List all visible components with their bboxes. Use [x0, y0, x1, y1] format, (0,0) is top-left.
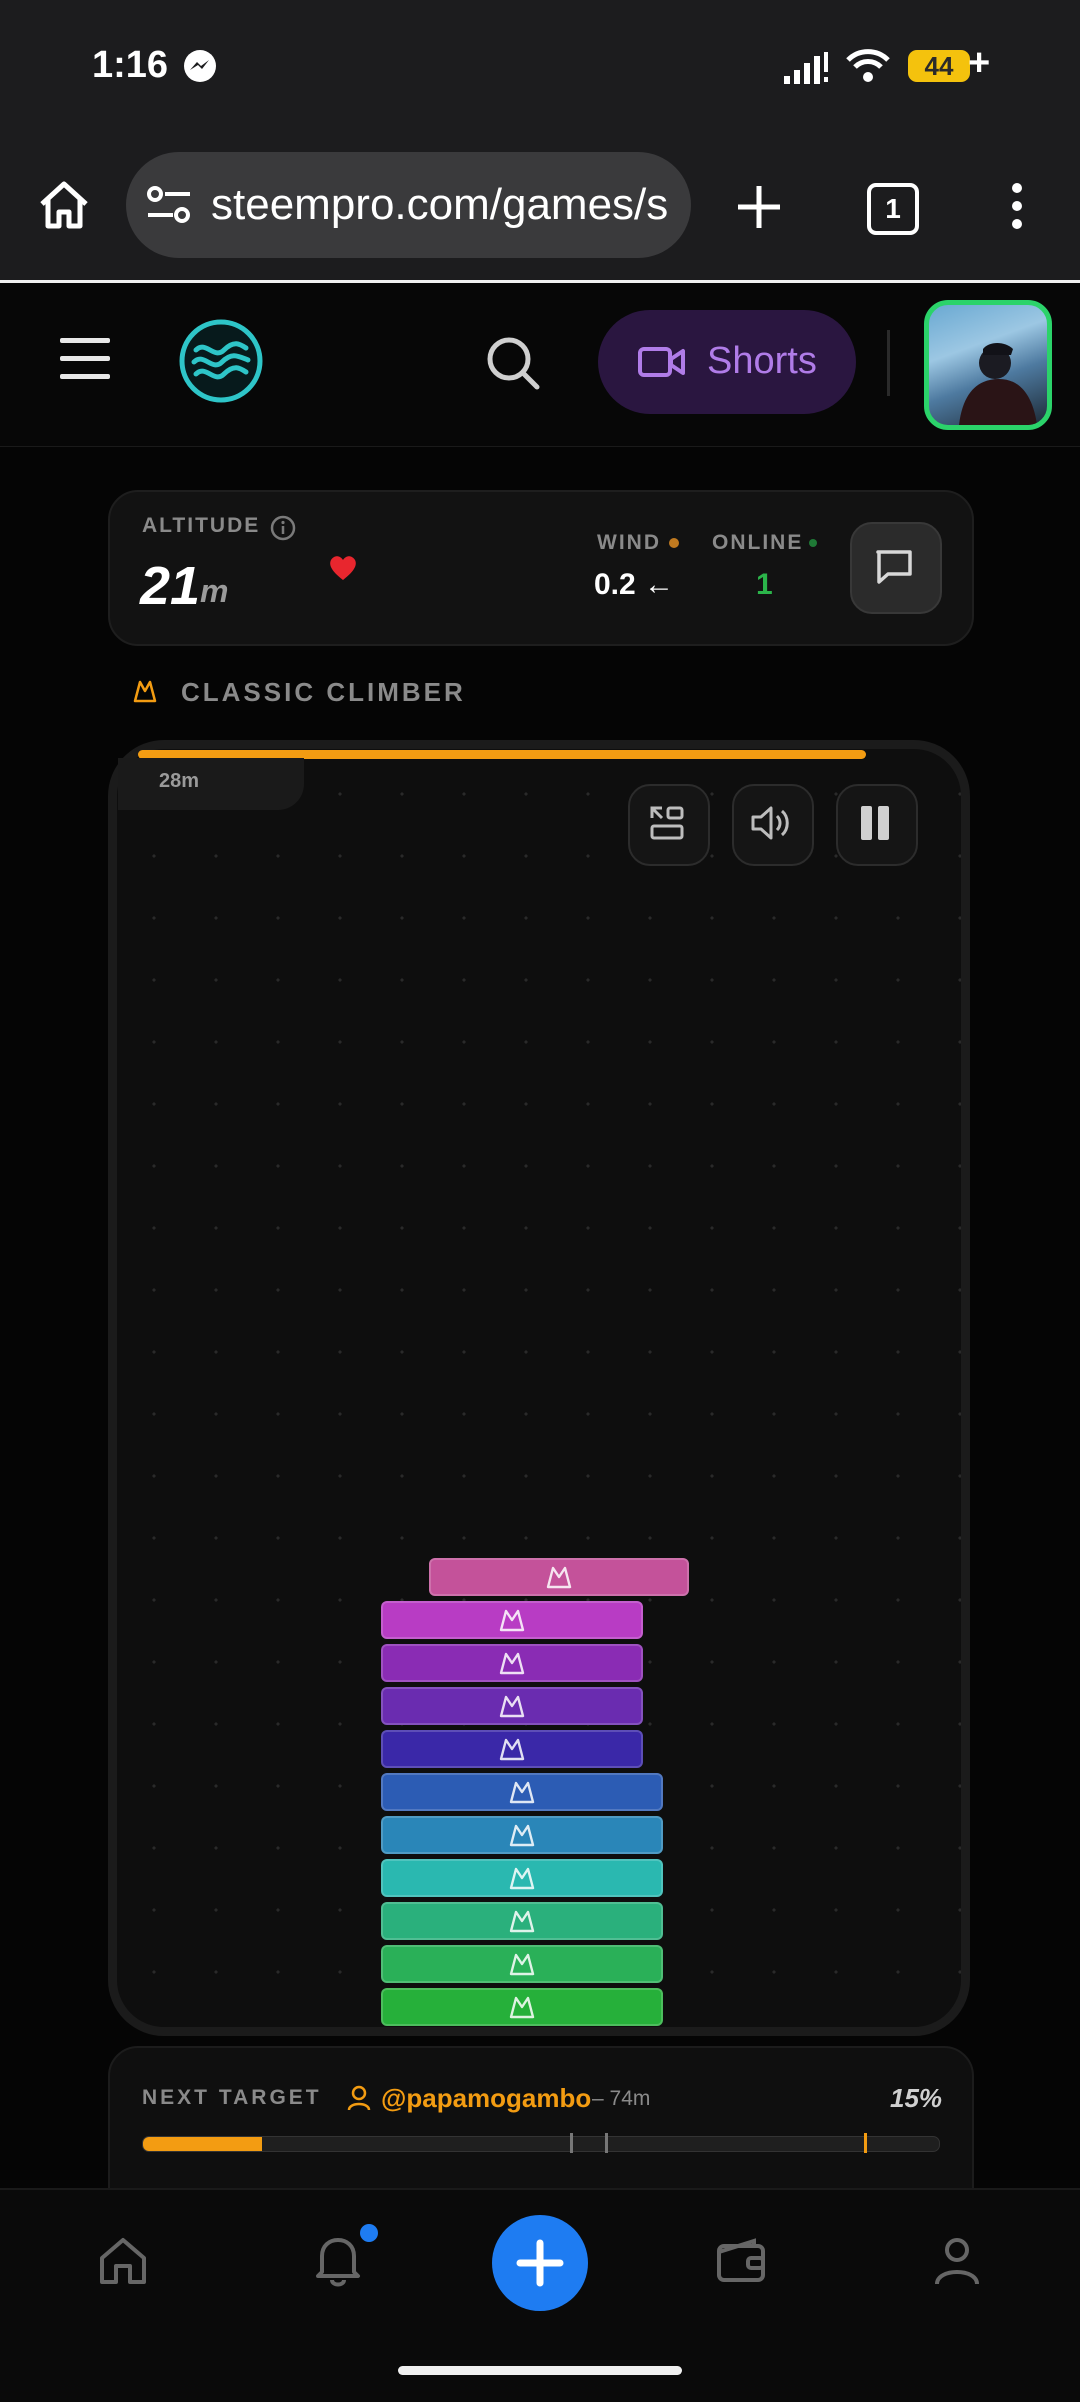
game-mode-title: CLASSIC CLIMBER	[181, 677, 466, 707]
tower-block	[381, 1601, 643, 1639]
info-icon[interactable]	[270, 515, 296, 541]
tower-block	[381, 1945, 663, 1983]
heart-icon	[330, 556, 356, 580]
progress-marker	[605, 2133, 608, 2153]
tower-block	[381, 1902, 663, 1940]
mountain-icon	[499, 1738, 525, 1761]
tower-block	[381, 1644, 643, 1682]
online-value: 1	[756, 568, 773, 601]
pause-icon	[861, 806, 889, 840]
battery-indicator: 44	[908, 50, 970, 82]
nav-notifications-icon[interactable]	[314, 2234, 362, 2288]
nav-home-icon[interactable]	[98, 2236, 148, 2286]
search-icon[interactable]	[486, 336, 540, 390]
site-header	[0, 283, 1080, 447]
wind-status-dot	[669, 538, 679, 548]
mountain-icon	[499, 1609, 525, 1632]
mountain-icon	[509, 1824, 535, 1847]
target-progress-track	[142, 2136, 940, 2152]
mountain-icon	[499, 1695, 525, 1718]
steempro-logo-icon[interactable]	[178, 318, 264, 404]
progress-marker	[864, 2133, 867, 2153]
swap-view-icon	[650, 806, 684, 840]
tower-block	[429, 1558, 689, 1596]
browser-menu-icon[interactable]	[1006, 182, 1028, 230]
target-percent: 15%	[890, 2083, 943, 2113]
tower-block	[381, 1773, 663, 1811]
tower-block	[381, 1687, 643, 1725]
new-tab-icon[interactable]	[736, 184, 782, 230]
chat-icon	[876, 550, 912, 584]
mountain-icon	[509, 1953, 535, 1976]
online-status-dot	[809, 539, 817, 547]
header-divider	[887, 330, 890, 396]
progress-marker	[570, 2133, 573, 2153]
mountain-icon	[133, 680, 157, 703]
tab-switcher-button[interactable]: 1	[867, 183, 919, 235]
target-username[interactable]: @papamogambo	[381, 2083, 591, 2114]
target-progress-fill	[143, 2137, 263, 2151]
mountain-icon	[509, 1867, 535, 1890]
user-icon	[347, 2085, 371, 2111]
next-target-label: NEXT TARGET	[142, 2086, 322, 2109]
signal-icon	[784, 52, 828, 84]
url-text[interactable]: steempro.com/games/s	[211, 180, 671, 230]
altitude-value: 21	[140, 556, 201, 616]
nav-profile-icon[interactable]	[934, 2236, 980, 2286]
browser-home-icon[interactable]	[38, 180, 90, 230]
charging-indicator: +	[968, 42, 991, 84]
mountain-icon	[509, 1781, 535, 1804]
messenger-icon	[184, 50, 216, 82]
site-settings-icon[interactable]	[146, 184, 192, 226]
altitude-unit: m	[200, 573, 229, 609]
mountain-icon	[546, 1566, 572, 1589]
notification-badge	[360, 2224, 378, 2242]
shorts-label: Shorts	[707, 340, 817, 382]
user-avatar[interactable]	[924, 300, 1052, 430]
system-home-indicator[interactable]	[398, 2366, 682, 2375]
record-height-tag	[118, 758, 304, 810]
plus-icon	[516, 2239, 564, 2287]
target-distance: – 74m	[592, 2087, 651, 2110]
altitude-label: ALTITUDE	[142, 514, 261, 537]
tower-block	[381, 1988, 663, 2026]
mountain-icon	[499, 1652, 525, 1675]
online-label: ONLINE	[712, 531, 804, 554]
tower-block	[381, 1859, 663, 1897]
nav-wallet-icon[interactable]	[716, 2238, 766, 2284]
wifi-icon	[846, 49, 890, 82]
record-height-value: 28m	[159, 770, 200, 792]
speaker-icon	[751, 806, 789, 840]
status-time: 1:16	[92, 44, 169, 86]
tower-block	[381, 1730, 643, 1768]
mountain-icon	[509, 1996, 535, 2019]
tower-block	[381, 1816, 663, 1854]
mountain-icon	[509, 1910, 535, 1933]
video-camera-icon	[638, 347, 685, 377]
wind-label: WIND	[597, 531, 661, 554]
wind-value: 0.2 ←	[594, 568, 675, 601]
hamburger-menu-icon[interactable]	[60, 336, 110, 382]
